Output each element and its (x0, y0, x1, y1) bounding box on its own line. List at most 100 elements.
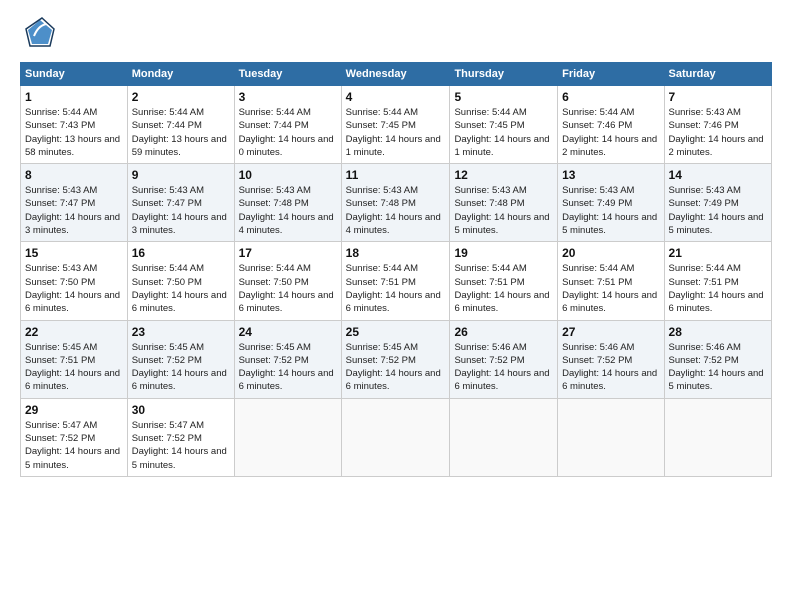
day-number: 23 (132, 325, 230, 339)
day-number: 21 (669, 246, 767, 260)
calendar-cell (450, 398, 558, 476)
day-info: Sunrise: 5:45 AMSunset: 7:51 PMDaylight:… (25, 342, 120, 393)
day-number: 28 (669, 325, 767, 339)
day-info: Sunrise: 5:43 AMSunset: 7:47 PMDaylight:… (132, 185, 227, 236)
calendar-cell: 27 Sunrise: 5:46 AMSunset: 7:52 PMDaylig… (558, 320, 664, 398)
day-info: Sunrise: 5:43 AMSunset: 7:47 PMDaylight:… (25, 185, 120, 236)
day-number: 25 (346, 325, 446, 339)
day-info: Sunrise: 5:46 AMSunset: 7:52 PMDaylight:… (454, 342, 549, 393)
calendar-week-row: 22 Sunrise: 5:45 AMSunset: 7:51 PMDaylig… (21, 320, 772, 398)
day-header-sunday: Sunday (21, 63, 128, 86)
day-number: 10 (239, 168, 337, 182)
day-number: 27 (562, 325, 659, 339)
day-number: 12 (454, 168, 553, 182)
day-info: Sunrise: 5:47 AMSunset: 7:52 PMDaylight:… (132, 420, 227, 471)
calendar-cell: 8 Sunrise: 5:43 AMSunset: 7:47 PMDayligh… (21, 164, 128, 242)
day-number: 2 (132, 90, 230, 104)
calendar-cell: 9 Sunrise: 5:43 AMSunset: 7:47 PMDayligh… (127, 164, 234, 242)
day-number: 9 (132, 168, 230, 182)
calendar-cell: 17 Sunrise: 5:44 AMSunset: 7:50 PMDaylig… (234, 242, 341, 320)
calendar-cell: 20 Sunrise: 5:44 AMSunset: 7:51 PMDaylig… (558, 242, 664, 320)
day-info: Sunrise: 5:43 AMSunset: 7:49 PMDaylight:… (562, 185, 657, 236)
logo (20, 16, 60, 52)
day-number: 6 (562, 90, 659, 104)
calendar-cell: 28 Sunrise: 5:46 AMSunset: 7:52 PMDaylig… (664, 320, 771, 398)
day-info: Sunrise: 5:44 AMSunset: 7:51 PMDaylight:… (454, 263, 549, 314)
day-info: Sunrise: 5:44 AMSunset: 7:43 PMDaylight:… (25, 107, 120, 158)
day-info: Sunrise: 5:43 AMSunset: 7:46 PMDaylight:… (669, 107, 764, 158)
day-info: Sunrise: 5:45 AMSunset: 7:52 PMDaylight:… (132, 342, 227, 393)
day-info: Sunrise: 5:44 AMSunset: 7:51 PMDaylight:… (669, 263, 764, 314)
calendar-cell: 16 Sunrise: 5:44 AMSunset: 7:50 PMDaylig… (127, 242, 234, 320)
day-number: 18 (346, 246, 446, 260)
calendar-cell: 11 Sunrise: 5:43 AMSunset: 7:48 PMDaylig… (341, 164, 450, 242)
calendar-cell: 21 Sunrise: 5:44 AMSunset: 7:51 PMDaylig… (664, 242, 771, 320)
day-header-saturday: Saturday (664, 63, 771, 86)
header (20, 16, 772, 52)
calendar-cell: 23 Sunrise: 5:45 AMSunset: 7:52 PMDaylig… (127, 320, 234, 398)
calendar-cell: 29 Sunrise: 5:47 AMSunset: 7:52 PMDaylig… (21, 398, 128, 476)
day-number: 3 (239, 90, 337, 104)
day-info: Sunrise: 5:44 AMSunset: 7:50 PMDaylight:… (132, 263, 227, 314)
calendar-cell: 6 Sunrise: 5:44 AMSunset: 7:46 PMDayligh… (558, 86, 664, 164)
calendar-cell: 19 Sunrise: 5:44 AMSunset: 7:51 PMDaylig… (450, 242, 558, 320)
day-info: Sunrise: 5:45 AMSunset: 7:52 PMDaylight:… (346, 342, 441, 393)
day-info: Sunrise: 5:43 AMSunset: 7:48 PMDaylight:… (346, 185, 441, 236)
calendar-cell: 3 Sunrise: 5:44 AMSunset: 7:44 PMDayligh… (234, 86, 341, 164)
day-info: Sunrise: 5:44 AMSunset: 7:45 PMDaylight:… (454, 107, 549, 158)
calendar-cell: 15 Sunrise: 5:43 AMSunset: 7:50 PMDaylig… (21, 242, 128, 320)
calendar-cell: 18 Sunrise: 5:44 AMSunset: 7:51 PMDaylig… (341, 242, 450, 320)
calendar-cell (234, 398, 341, 476)
day-header-friday: Friday (558, 63, 664, 86)
day-number: 15 (25, 246, 123, 260)
day-number: 17 (239, 246, 337, 260)
calendar-cell: 24 Sunrise: 5:45 AMSunset: 7:52 PMDaylig… (234, 320, 341, 398)
day-info: Sunrise: 5:44 AMSunset: 7:44 PMDaylight:… (132, 107, 227, 158)
day-number: 19 (454, 246, 553, 260)
calendar-cell: 5 Sunrise: 5:44 AMSunset: 7:45 PMDayligh… (450, 86, 558, 164)
calendar-cell: 7 Sunrise: 5:43 AMSunset: 7:46 PMDayligh… (664, 86, 771, 164)
day-info: Sunrise: 5:43 AMSunset: 7:49 PMDaylight:… (669, 185, 764, 236)
day-info: Sunrise: 5:44 AMSunset: 7:50 PMDaylight:… (239, 263, 334, 314)
calendar-header-row: SundayMondayTuesdayWednesdayThursdayFrid… (21, 63, 772, 86)
day-info: Sunrise: 5:46 AMSunset: 7:52 PMDaylight:… (562, 342, 657, 393)
calendar-cell: 10 Sunrise: 5:43 AMSunset: 7:48 PMDaylig… (234, 164, 341, 242)
day-info: Sunrise: 5:43 AMSunset: 7:48 PMDaylight:… (239, 185, 334, 236)
day-number: 24 (239, 325, 337, 339)
calendar-cell: 2 Sunrise: 5:44 AMSunset: 7:44 PMDayligh… (127, 86, 234, 164)
day-header-monday: Monday (127, 63, 234, 86)
day-number: 5 (454, 90, 553, 104)
day-number: 16 (132, 246, 230, 260)
page: SundayMondayTuesdayWednesdayThursdayFrid… (0, 0, 792, 612)
calendar-week-row: 15 Sunrise: 5:43 AMSunset: 7:50 PMDaylig… (21, 242, 772, 320)
day-info: Sunrise: 5:46 AMSunset: 7:52 PMDaylight:… (669, 342, 764, 393)
day-number: 14 (669, 168, 767, 182)
day-number: 13 (562, 168, 659, 182)
day-number: 1 (25, 90, 123, 104)
calendar-cell: 25 Sunrise: 5:45 AMSunset: 7:52 PMDaylig… (341, 320, 450, 398)
day-info: Sunrise: 5:44 AMSunset: 7:45 PMDaylight:… (346, 107, 441, 158)
day-number: 4 (346, 90, 446, 104)
day-info: Sunrise: 5:44 AMSunset: 7:51 PMDaylight:… (346, 263, 441, 314)
day-number: 26 (454, 325, 553, 339)
calendar-cell: 1 Sunrise: 5:44 AMSunset: 7:43 PMDayligh… (21, 86, 128, 164)
calendar-cell: 4 Sunrise: 5:44 AMSunset: 7:45 PMDayligh… (341, 86, 450, 164)
day-number: 8 (25, 168, 123, 182)
day-info: Sunrise: 5:47 AMSunset: 7:52 PMDaylight:… (25, 420, 120, 471)
day-info: Sunrise: 5:44 AMSunset: 7:46 PMDaylight:… (562, 107, 657, 158)
day-info: Sunrise: 5:44 AMSunset: 7:44 PMDaylight:… (239, 107, 334, 158)
day-number: 20 (562, 246, 659, 260)
day-number: 30 (132, 403, 230, 417)
calendar-week-row: 29 Sunrise: 5:47 AMSunset: 7:52 PMDaylig… (21, 398, 772, 476)
day-number: 11 (346, 168, 446, 182)
calendar-cell: 14 Sunrise: 5:43 AMSunset: 7:49 PMDaylig… (664, 164, 771, 242)
calendar-cell: 12 Sunrise: 5:43 AMSunset: 7:48 PMDaylig… (450, 164, 558, 242)
logo-icon (20, 16, 56, 52)
day-header-tuesday: Tuesday (234, 63, 341, 86)
calendar-cell: 30 Sunrise: 5:47 AMSunset: 7:52 PMDaylig… (127, 398, 234, 476)
day-info: Sunrise: 5:43 AMSunset: 7:48 PMDaylight:… (454, 185, 549, 236)
day-number: 7 (669, 90, 767, 104)
calendar-week-row: 8 Sunrise: 5:43 AMSunset: 7:47 PMDayligh… (21, 164, 772, 242)
day-info: Sunrise: 5:43 AMSunset: 7:50 PMDaylight:… (25, 263, 120, 314)
day-info: Sunrise: 5:44 AMSunset: 7:51 PMDaylight:… (562, 263, 657, 314)
